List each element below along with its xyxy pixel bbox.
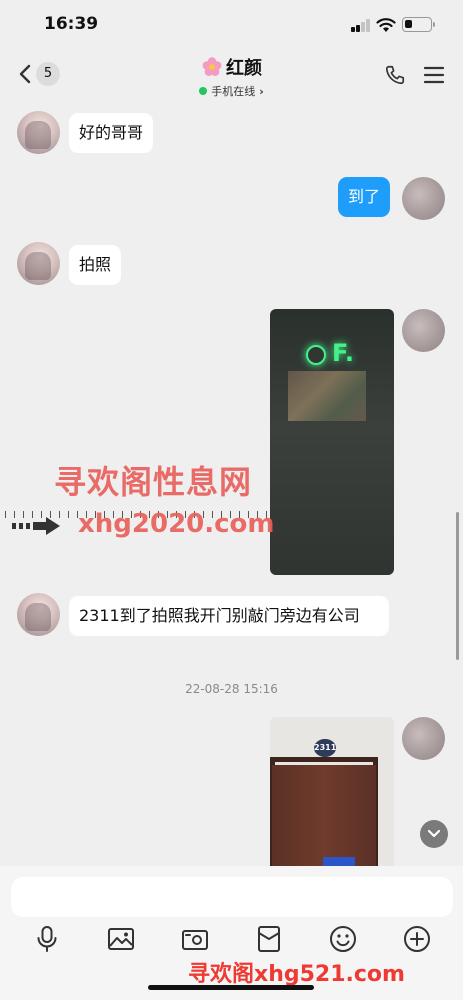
message-input[interactable]: [11, 877, 453, 917]
camera-icon[interactable]: [180, 924, 210, 954]
red-packet-icon[interactable]: [254, 924, 284, 954]
flower-icon: [202, 57, 222, 76]
message-timestamp: 22-08-28 15:16: [185, 682, 278, 696]
online-dot-icon: [199, 87, 208, 95]
status-bar: 16:39: [0, 0, 463, 50]
plus-icon[interactable]: [402, 924, 432, 954]
menu-icon[interactable]: [423, 65, 445, 85]
my-avatar[interactable]: [402, 309, 445, 352]
microphone-icon[interactable]: [32, 924, 62, 954]
image-icon[interactable]: [106, 924, 136, 954]
message-bubble-incoming[interactable]: 2311到了拍照我开门别敲门旁边有公司: [69, 596, 389, 636]
chevron-down-icon: [427, 829, 441, 838]
my-avatar[interactable]: [402, 177, 445, 220]
watermark-site-name: 寻欢阁性息网: [54, 463, 253, 501]
watermark-bottom-url: 寻欢阁xhg521.com: [188, 962, 405, 987]
cellular-signal-icon: [351, 19, 371, 32]
my-avatar[interactable]: [402, 717, 445, 760]
presence-chevron-icon: ›: [259, 84, 264, 98]
contact-avatar[interactable]: [17, 242, 60, 285]
wall-poster: [288, 371, 366, 421]
chat-header: 5 红颜 手机在线 ›: [0, 50, 463, 98]
message-bubble-incoming[interactable]: 拍照: [69, 245, 122, 285]
watermark-site-url: xhg2020.com: [78, 509, 275, 539]
door: [272, 765, 376, 867]
message-bubble-incoming[interactable]: 好的哥哥: [69, 113, 154, 153]
arrow-right-icon: [12, 517, 60, 535]
emoji-icon[interactable]: [328, 924, 358, 954]
photo-message-exit-sign[interactable]: F.: [270, 309, 394, 575]
scrollbar[interactable]: [456, 512, 459, 660]
contact-name: 红颜: [226, 58, 262, 79]
home-indicator[interactable]: [148, 985, 314, 990]
contact-avatar[interactable]: [17, 111, 60, 154]
wifi-icon: [376, 18, 396, 32]
battery-icon: [402, 17, 435, 32]
phone-icon[interactable]: [384, 64, 406, 86]
scroll-to-bottom-button[interactable]: [420, 820, 448, 848]
exit-sign-text: F.: [332, 339, 354, 367]
contact-avatar[interactable]: [17, 593, 60, 636]
photo-message-door[interactable]: 2311: [270, 717, 394, 867]
room-number-plate: 2311: [314, 739, 336, 757]
message-bubble-outgoing[interactable]: 到了: [338, 177, 391, 217]
presence-label: 手机在线: [211, 85, 256, 98]
exit-sign-icon: [306, 345, 326, 365]
status-time: 16:39: [44, 14, 99, 34]
